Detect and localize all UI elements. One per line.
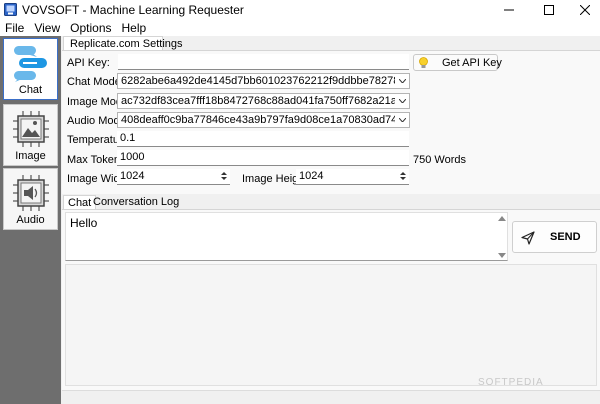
menu-options[interactable]: Options (65, 20, 116, 36)
maximize-icon (544, 5, 554, 15)
menu-help[interactable]: Help (117, 20, 152, 36)
image-model-value: ac732df83cea7fff18b8472768c88ad041fa750f… (121, 95, 409, 107)
prompt-text: Hello (70, 216, 98, 230)
audio-model-select[interactable]: 408deaff0c9ba77846ce43a9b797fa9d08ce1a70… (117, 112, 410, 128)
nav-label-chat: Chat (18, 84, 43, 96)
image-model-select[interactable]: ac732df83cea7fff18b8472768c88ad041fa750f… (117, 93, 410, 109)
window-title: VOVSOFT - Machine Learning Requester (22, 3, 244, 17)
image-width-spinner[interactable]: 1024 (117, 169, 230, 185)
get-api-key-label: Get API Key (442, 57, 502, 69)
image-height-spinner[interactable]: 1024 (296, 169, 409, 185)
temperature-input[interactable]: 0.1 (117, 131, 409, 147)
menu-bar: File View Options Help (0, 20, 600, 36)
scroll-up-icon (498, 216, 506, 221)
lightbulb-icon (419, 57, 428, 68)
status-bar (62, 390, 600, 404)
nav-label-audio: Audio (16, 214, 45, 226)
nav-label-image: Image (15, 150, 46, 162)
menu-view[interactable]: View (29, 20, 65, 36)
chat-bubbles-icon (14, 46, 47, 82)
image-chip-icon (13, 111, 49, 147)
api-key-input[interactable] (118, 54, 409, 70)
chat-model-value: 6282abe6a492de4145d7bb601023762212f9ddbb… (121, 75, 409, 87)
minimize-icon (504, 9, 514, 11)
nav-item-audio[interactable]: Audio (3, 168, 58, 230)
send-button[interactable]: SEND (512, 221, 597, 253)
softpedia-watermark: SOFTPEDIA (478, 377, 544, 388)
get-api-key-button[interactable]: Get API Key (413, 54, 502, 71)
response-output[interactable] (65, 264, 597, 386)
image-height-value: 1024 (299, 170, 324, 182)
chat-tab-strip: Chat Conversation Log (62, 195, 600, 210)
chevron-down-icon (395, 113, 409, 127)
chat-model-select[interactable]: 6282abe6a492de4145d7bb601023762212f9ddbb… (117, 73, 410, 89)
title-bar: VOVSOFT - Machine Learning Requester (0, 0, 600, 20)
nav-item-image[interactable]: Image (3, 104, 58, 166)
menu-file[interactable]: File (0, 20, 29, 36)
settings-tab-label: Replicate.com Settings (70, 37, 183, 50)
maximize-button[interactable] (529, 0, 569, 20)
nav-item-chat[interactable]: Chat (3, 38, 58, 100)
spinner-arrows-icon[interactable] (398, 169, 408, 183)
api-key-label: API Key: (67, 57, 110, 69)
app-icon (4, 3, 17, 16)
close-icon (580, 5, 590, 15)
audio-chip-icon (13, 175, 49, 211)
close-button[interactable] (565, 0, 600, 20)
audio-model-value: 408deaff0c9ba77846ce43a9b797fa9d08ce1a70… (121, 114, 409, 126)
minimize-button[interactable] (489, 0, 529, 20)
prompt-scrollbar[interactable] (498, 214, 506, 259)
paper-plane-icon (521, 231, 535, 245)
word-count-label: 750 Words (413, 154, 466, 166)
scroll-down-icon (498, 253, 506, 258)
max-tokens-input[interactable]: 1000 (117, 150, 409, 166)
send-label: SEND (550, 231, 581, 243)
left-navigation: Chat Image Audio (0, 36, 61, 404)
prompt-input[interactable]: Hello (65, 212, 508, 261)
image-width-value: 1024 (120, 170, 145, 182)
chevron-down-icon (395, 94, 409, 108)
tab-conversation-log[interactable]: Conversation Log (89, 195, 183, 210)
tab-replicate-settings[interactable]: Replicate.com Settings (63, 36, 183, 50)
spinner-arrows-icon[interactable] (219, 169, 229, 183)
chevron-down-icon (395, 74, 409, 88)
